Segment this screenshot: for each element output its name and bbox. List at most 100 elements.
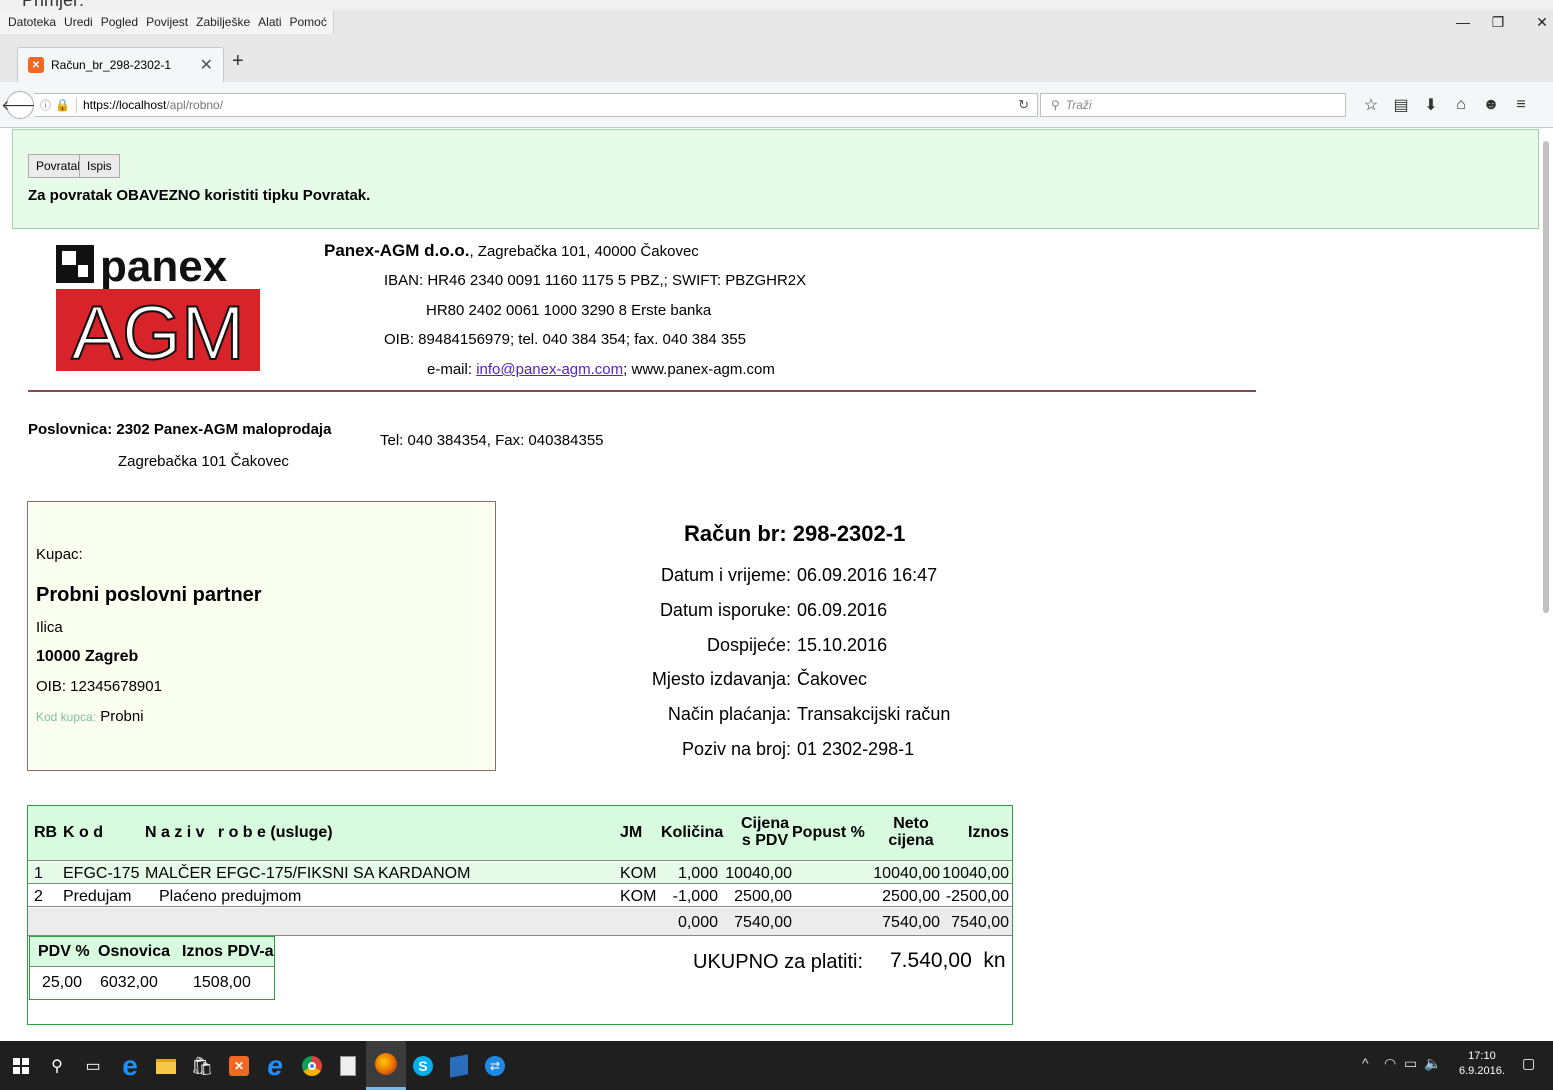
cell-naziv: MALČER EFGC-175/FIKSNI SA KARDANOM [145, 865, 471, 882]
search-taskbar-icon[interactable]: ⚲ [42, 1051, 72, 1081]
header-jm: JM [620, 824, 643, 841]
header-neto: Neto cijena [884, 815, 938, 849]
xampp-icon[interactable]: ✕ [224, 1051, 254, 1081]
invoice-row: Datum isporuke: 06.09.2016 [0, 600, 1553, 624]
url-path: /apl/robno/ [166, 98, 224, 112]
cell-jm: KOM [620, 865, 657, 882]
downloads-icon[interactable]: ⬇ [1416, 95, 1446, 115]
header-naziv: N a z i v r o b e (usluge) [145, 824, 333, 841]
url-host: https://localhost [82, 98, 167, 112]
home-icon[interactable]: ⌂ [1446, 96, 1476, 114]
header-popust: Popust % [792, 824, 865, 841]
taskbar-clock[interactable]: 17:10 6.9.2016. [1459, 1049, 1505, 1079]
invoice-label: Datum isporuke: [659, 600, 791, 620]
header-kolicina: Količina [661, 824, 724, 841]
file-explorer-icon[interactable] [151, 1051, 181, 1081]
info-icon[interactable]: ⓘ [40, 97, 51, 113]
header-cijena-line1: Cijena [740, 815, 789, 832]
new-tab-icon[interactable]: + [232, 50, 244, 73]
task-view-icon[interactable]: ▭ [78, 1051, 108, 1081]
invoice-title: Račun br: 298-2302-1 [684, 521, 906, 546]
close-window-icon[interactable]: ✕ [1520, 10, 1553, 34]
vat-amount: 1508,00 [193, 974, 251, 991]
url-bar[interactable]: ⓘ 🔒 https://localhost /apl/robno/ ↻ [34, 93, 1038, 117]
menu-view[interactable]: Pogled [101, 15, 138, 29]
tray-chevron-icon[interactable]: ^ [1362, 1055, 1369, 1071]
caption-text: Primjer: [22, 0, 84, 10]
pocket-icon[interactable]: ☻ [1476, 96, 1506, 114]
cell-kolicina: 1,000 [677, 865, 718, 882]
tab-title: Račun_br_298-2302-1 [51, 58, 172, 72]
vat-header-rate: PDV % [38, 943, 90, 960]
skype-icon[interactable]: S [408, 1051, 438, 1081]
menu-history[interactable]: Povijest [146, 15, 188, 29]
cell-neto: 2500,00 [882, 888, 940, 905]
internet-explorer-icon[interactable]: e [260, 1050, 290, 1081]
menu-tools[interactable]: Alati [258, 15, 281, 29]
reload-icon[interactable]: ↻ [1018, 97, 1029, 113]
restore-icon[interactable]: ❐ [1476, 10, 1520, 34]
cell-kolicina: -1,000 [672, 888, 718, 905]
invoice-row: Način plaćanja: Transakcijski račun [0, 704, 1553, 728]
tab-invoice[interactable]: ✕ Račun_br_298-2302-1 ✕ [17, 47, 224, 82]
cell-neto: 10040,00 [873, 865, 940, 882]
vat-base: 6032,00 [100, 974, 158, 991]
vat-rate: 25,00 [42, 974, 83, 991]
insecure-lock-icon[interactable]: 🔒 [55, 98, 70, 112]
action-center-icon[interactable]: ▢ [1522, 1055, 1535, 1072]
bookmark-star-icon[interactable]: ☆ [1356, 95, 1386, 115]
edge-icon[interactable]: e [115, 1050, 145, 1081]
taskbar: ⚲ ▭ e 🛍 ✕ e S ⇄ ^ ◠ ▭ 🔈 17:10 6.9.2016. … [0, 1041, 1553, 1090]
vat-header: PDV % Osnovica Iznos PDV-a [30, 937, 274, 967]
sync-shape: ⇄ [485, 1056, 505, 1076]
invoice-value: Transakcijski račun [797, 704, 951, 724]
firefox-shape [375, 1053, 397, 1075]
windows-start-icon[interactable] [6, 1051, 36, 1081]
company-web: ; www.panex-agm.com [623, 361, 775, 378]
windows-logo [13, 1058, 29, 1074]
search-icon: ⚲ [1051, 98, 1060, 112]
store-icon[interactable]: 🛍 [187, 1051, 217, 1081]
chrome-icon[interactable] [297, 1051, 327, 1081]
virtualbox-icon[interactable] [444, 1051, 474, 1081]
volume-icon[interactable]: 🔈 [1424, 1055, 1441, 1072]
reading-list-icon[interactable]: ▤ [1386, 95, 1416, 115]
scrollbar-thumb[interactable] [1543, 141, 1549, 613]
menu-bookmarks[interactable]: Zabilješke [196, 15, 250, 29]
calculator-icon[interactable] [333, 1051, 363, 1081]
clock-time: 17:10 [1468, 1050, 1496, 1062]
battery-icon[interactable]: ▭ [1404, 1055, 1417, 1072]
invoice-value: 01 2302-298-1 [797, 739, 915, 759]
company-logo: panex AGM [56, 241, 260, 377]
email-link[interactable]: info@panex-agm.com [476, 361, 623, 378]
total-iznos: 7540,00 [951, 914, 1009, 931]
grand-total-label: UKUPNO za platiti: [693, 951, 864, 973]
buyer-label: Kupac: [36, 546, 83, 563]
header-divider [28, 390, 1256, 392]
invoice-label: Dospijeće: [706, 635, 791, 655]
email-label: e-mail: [427, 361, 477, 378]
close-tab-icon[interactable]: ✕ [200, 55, 213, 75]
wifi-icon[interactable]: ◠ [1384, 1055, 1396, 1072]
menu-edit[interactable]: Uredi [64, 15, 93, 29]
firefox-active-icon[interactable] [366, 1041, 406, 1090]
company-oib-tel-fax: OIB: 89484156979; tel. 040 384 354; fax.… [384, 331, 746, 348]
print-button[interactable]: Ispis [79, 154, 120, 178]
header-neto-line2: cijena [888, 832, 934, 849]
xampp-favicon-icon: ✕ [28, 57, 44, 73]
sync-app-icon[interactable]: ⇄ [480, 1051, 510, 1081]
cell-rb: 1 [34, 865, 43, 882]
menu-help[interactable]: Pomoć [290, 15, 327, 29]
search-input[interactable]: ⚲ Traži [1040, 93, 1346, 117]
invoice-value: 06.09.2016 16:47 [797, 565, 938, 585]
folder-shape [156, 1058, 176, 1074]
logo-graphic: panex AGM [56, 242, 260, 377]
invoice-value: Čakovec [797, 669, 868, 689]
total-neto: 7540,00 [882, 914, 940, 931]
company-iban2: HR80 2402 0061 1000 3290 8 Erste banka [426, 302, 712, 319]
hamburger-menu-icon[interactable]: ≡ [1506, 96, 1536, 114]
page-scrollbar[interactable] [1540, 129, 1553, 1041]
back-arrow-icon[interactable]: 🡐 [1, 91, 39, 119]
menu-file[interactable]: Datoteka [8, 15, 56, 29]
items-table: RB K o d N a z i v r o b e (usluge) JM K… [27, 805, 1013, 1025]
